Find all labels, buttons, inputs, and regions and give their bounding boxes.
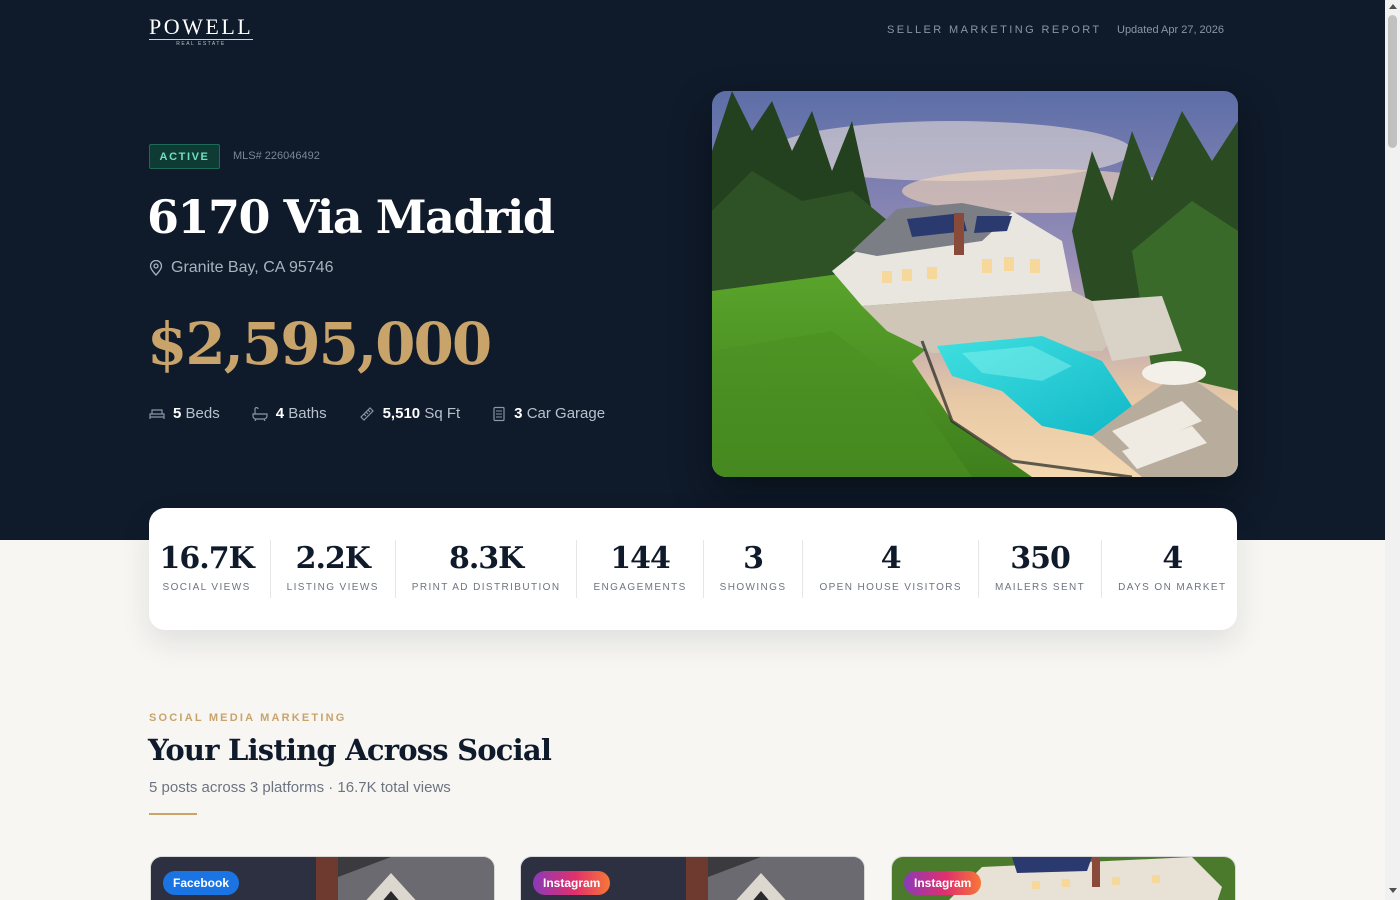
feature-garage: 3 Car Garage bbox=[492, 405, 605, 422]
logo-name: POWELL bbox=[149, 14, 254, 39]
stat-print-ad-distribution: 8.3K PRINT AD DISTRIBUTION bbox=[396, 540, 578, 598]
report-title: SELLER MARKETING REPORT bbox=[887, 24, 1102, 36]
logo-rule bbox=[149, 39, 253, 40]
stat-open-house-visitors: 4 OPEN HOUSE VISITORS bbox=[803, 540, 979, 598]
social-post-card[interactable]: Instagram bbox=[520, 856, 865, 900]
listing-address: 6170 Via Madrid bbox=[147, 190, 555, 244]
baths-label: Baths bbox=[288, 405, 327, 422]
stat-social-views: 16.7K SOCIAL VIEWS bbox=[144, 540, 271, 598]
stat-value: 144 bbox=[610, 541, 671, 576]
section-divider bbox=[149, 813, 197, 815]
platform-badge-instagram: Instagram bbox=[904, 871, 982, 895]
stat-label: SHOWINGS bbox=[719, 582, 787, 593]
stat-value: 16.7K bbox=[159, 541, 255, 576]
stats-card: 16.7K SOCIAL VIEWS 2.2K LISTING VIEWS 8.… bbox=[149, 508, 1237, 630]
stat-label: OPEN HOUSE VISITORS bbox=[819, 582, 962, 593]
feature-sqft: 5,510 Sq Ft bbox=[359, 405, 461, 422]
platform-badge-instagram: Instagram bbox=[533, 871, 611, 895]
beds-label: Beds bbox=[185, 405, 220, 422]
mls-number: MLS# 226046492 bbox=[233, 150, 320, 162]
platform-badge-facebook: Facebook bbox=[163, 871, 240, 895]
beds-value: 5 bbox=[173, 405, 182, 422]
stat-label: SOCIAL VIEWS bbox=[162, 582, 251, 593]
feature-baths: 4 Baths bbox=[252, 405, 327, 422]
status-badge: ACTIVE bbox=[149, 144, 220, 169]
powell-logo[interactable]: POWELL REAL ESTATE bbox=[149, 16, 253, 47]
stat-days-on-market: 4 DAYS ON MARKET bbox=[1102, 540, 1242, 598]
location-text: Granite Bay, CA 95746 bbox=[171, 259, 334, 276]
listing-location: Granite Bay, CA 95746 bbox=[149, 259, 333, 277]
garage-label: Car Garage bbox=[526, 405, 606, 422]
garage-value: 3 bbox=[514, 405, 523, 422]
aerial-home-pool-photo bbox=[712, 91, 1238, 477]
map-pin-icon bbox=[149, 260, 163, 276]
scroll-up-icon[interactable] bbox=[1389, 4, 1397, 9]
stat-value: 350 bbox=[1010, 541, 1071, 576]
stat-label: MAILERS SENT bbox=[995, 582, 1086, 593]
sqft-label: Sq Ft bbox=[424, 405, 461, 422]
stat-mailers-sent: 350 MAILERS SENT bbox=[979, 540, 1103, 598]
bed-icon bbox=[149, 408, 165, 419]
logo-tagline: REAL ESTATE bbox=[176, 41, 226, 47]
listing-features: 5 Beds 4 Baths 5,510 Sq Ft 3 Car Garage bbox=[149, 405, 637, 422]
section-eyebrow: SOCIAL MEDIA MARKETING bbox=[149, 712, 347, 724]
listing-price: $2,595,000 bbox=[147, 310, 492, 378]
section-title: Your Listing Across Social bbox=[148, 733, 552, 767]
report-updated-date: Updated Apr 27, 2026 bbox=[1117, 24, 1225, 36]
stat-value: 4 bbox=[880, 541, 902, 576]
stat-label: LISTING VIEWS bbox=[286, 582, 379, 593]
page-scrollbar[interactable] bbox=[1385, 0, 1400, 900]
stat-value: 3 bbox=[743, 541, 764, 576]
scroll-down-icon[interactable] bbox=[1389, 888, 1397, 893]
baths-value: 4 bbox=[275, 405, 285, 422]
stat-value: 8.3K bbox=[448, 541, 524, 576]
stat-engagements: 144 ENGAGEMENTS bbox=[577, 540, 704, 598]
stat-value: 4 bbox=[1162, 541, 1183, 576]
social-post-card[interactable]: Instagram bbox=[891, 856, 1236, 900]
stat-label: DAYS ON MARKET bbox=[1118, 582, 1227, 593]
sqft-value: 5,510 bbox=[382, 405, 421, 422]
feature-beds: 5 Beds bbox=[149, 405, 220, 422]
stat-value: 2.2K bbox=[295, 541, 371, 576]
stat-label: ENGAGEMENTS bbox=[593, 582, 687, 593]
ruler-icon bbox=[359, 406, 374, 421]
stat-label: PRINT AD DISTRIBUTION bbox=[411, 582, 561, 593]
stat-listing-views: 2.2K LISTING VIEWS bbox=[271, 540, 396, 598]
section-subtitle: 5 posts across 3 platforms · 16.7K total… bbox=[149, 779, 451, 796]
bath-icon bbox=[252, 406, 268, 421]
social-post-card[interactable]: Facebook bbox=[150, 856, 495, 900]
scrollbar-thumb[interactable] bbox=[1388, 15, 1397, 148]
garage-icon bbox=[493, 406, 505, 421]
stat-showings: 3 SHOWINGS bbox=[704, 540, 804, 598]
